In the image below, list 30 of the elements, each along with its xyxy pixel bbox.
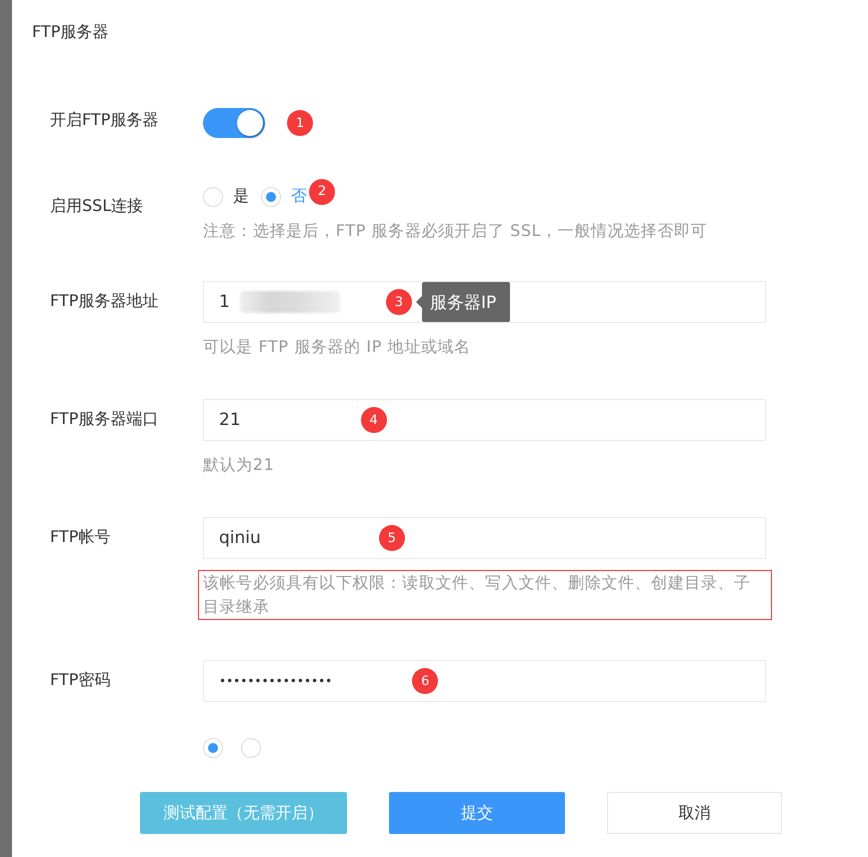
field-label: FTP服务器地址 [50,290,160,312]
number-badge: 1 [287,110,313,136]
hint-text: 可以是 FTP 服务器的 IP 地址或域名 [203,336,472,358]
radio-label[interactable]: 是 [233,186,249,207]
password-field[interactable]: •••••••••••••••• 6 [203,660,766,702]
tooltip: 服务器IP [422,282,510,322]
dialog-title: FTP服务器 [31,21,110,43]
cancel-button[interactable]: 取消 [607,792,782,834]
input-field[interactable]: 1 3 服务器IP [203,281,766,323]
field-label: FTP服务器端口 [50,408,160,430]
field-label: FTP帐号 [50,526,112,548]
tooltip-arrow [416,296,422,308]
number-badge: 6 [412,668,438,694]
number-badge: 5 [378,525,405,551]
radio-button[interactable] [261,186,281,206]
radio-button[interactable] [203,186,223,206]
field-label: FTP密码 [50,669,112,691]
input-field[interactable]: 21 4 [203,399,766,441]
radio-button[interactable] [241,738,261,758]
hint-text: 注意：选择是后，FTP 服务器必须开启了 SSL，一般情况选择否即可 [203,220,708,242]
hint-text: 该帐号必须具有以下权限：读取文件、写入文件、删除文件、创建目录、子目录继承 [198,570,772,620]
number-badge: 3 [386,289,412,315]
field-label: 开启FTP服务器 [50,110,160,130]
radio-button[interactable] [203,738,223,758]
field-label: 启用SSL连接 [50,195,144,217]
toggle-switch[interactable] [203,108,265,138]
number-badge: 2 [309,178,335,204]
input-field[interactable]: qiniu 5 [203,517,766,559]
hint-text: 默认为21 [203,454,276,476]
number-badge: 4 [360,407,387,433]
